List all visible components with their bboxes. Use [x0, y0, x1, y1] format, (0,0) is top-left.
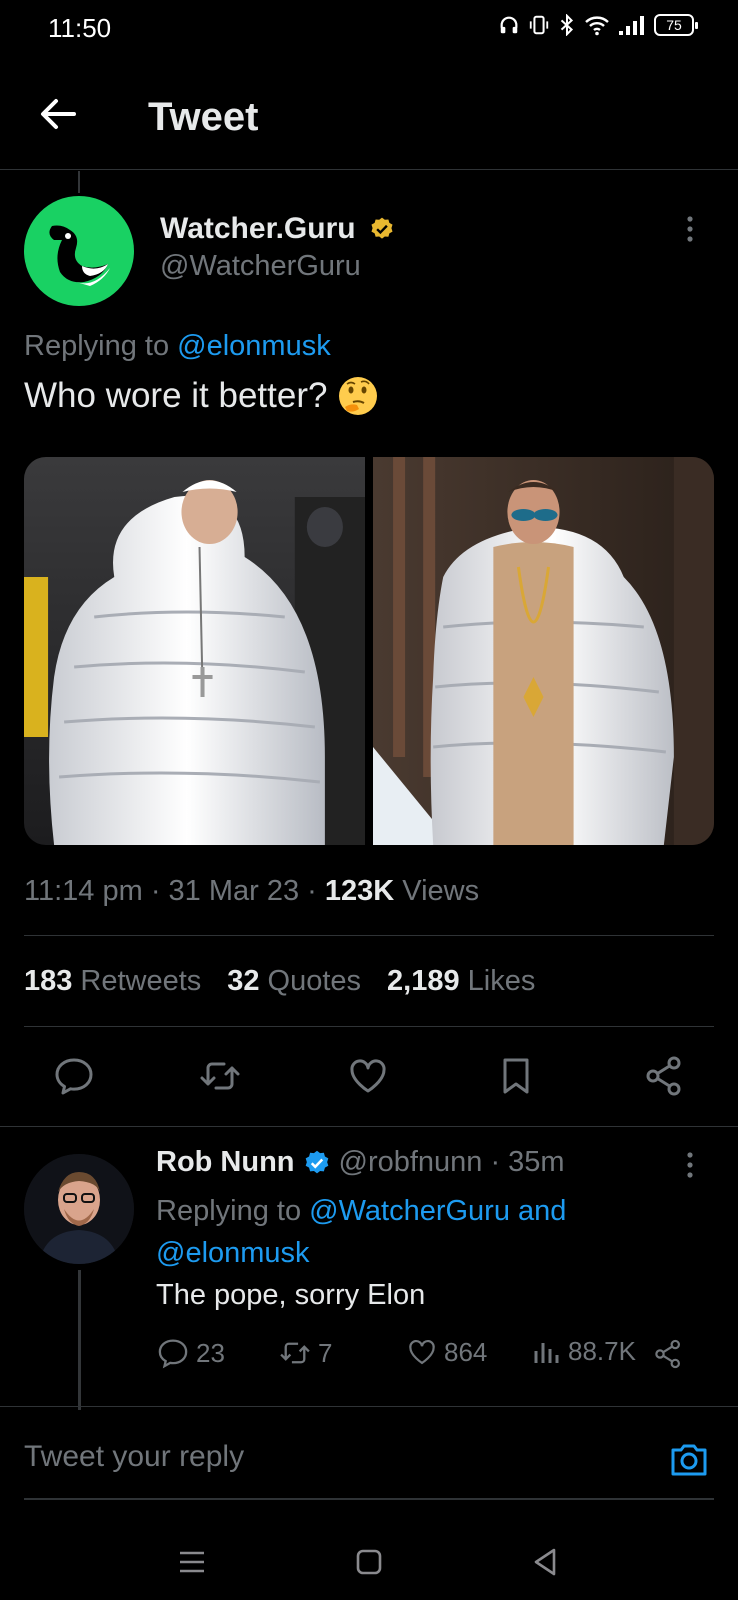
retweet-icon: [280, 1342, 310, 1364]
more-options-icon[interactable]: [682, 1150, 698, 1180]
reply-retweets-count: 7: [318, 1337, 333, 1368]
reply-retweets-button[interactable]: 7: [278, 1336, 332, 1370]
home-icon[interactable]: [349, 1542, 389, 1582]
signal-icon: [619, 16, 644, 35]
tweet-actions: [0, 1050, 738, 1106]
views-label: Views: [402, 875, 480, 907]
headphones-icon: [500, 16, 518, 34]
more-options-icon[interactable]: [682, 214, 698, 244]
verified-badge-icon: [305, 1150, 328, 1173]
reply-icon: [158, 1339, 188, 1369]
mention-link[interactable]: @elonmusk: [177, 330, 331, 362]
wifi-icon: [585, 16, 609, 36]
reply-replies-button[interactable]: 23: [156, 1336, 225, 1370]
avatar-watcherguru[interactable]: [24, 196, 134, 306]
thread-connector: [78, 171, 80, 193]
back-triangle-icon[interactable]: [526, 1542, 566, 1582]
divider: [24, 1026, 714, 1027]
tweet-time: 11:14 pm: [24, 875, 143, 907]
separator-dot: ·: [490, 1146, 501, 1178]
divider: [0, 1406, 738, 1407]
author-name[interactable]: Watcher.Guru: [160, 212, 356, 246]
divider: [24, 935, 714, 936]
reply-views-button[interactable]: 88.7K: [532, 1336, 636, 1367]
reply-replying-to: Replying to @WatcherGuru and @elonmusk: [156, 1190, 696, 1274]
bluetooth-icon: [560, 14, 574, 36]
reply-likes-button[interactable]: 864: [406, 1336, 487, 1368]
camera-icon[interactable]: [668, 1438, 710, 1480]
tweet-meta: 11:14 pm · 31 Mar 23 · 123K Views: [24, 875, 480, 907]
reply-views-count: 88.7K: [568, 1336, 636, 1366]
status-bar: 11:50 75: [0, 0, 738, 58]
divider: [0, 1126, 738, 1127]
status-time: 11:50: [48, 13, 112, 43]
reply-author-name[interactable]: Rob Nunn: [156, 1146, 295, 1179]
vibrate-icon: [529, 15, 549, 35]
reply-age: 35m: [508, 1146, 565, 1178]
tweet-body: Who wore it better?: [24, 376, 328, 415]
whale-logo-icon: [49, 225, 110, 286]
back-arrow-icon[interactable]: [36, 92, 80, 136]
retweets-stat[interactable]: 183 Retweets: [24, 965, 201, 998]
battery-icon: 75: [654, 14, 698, 36]
share-icon[interactable]: [642, 1054, 686, 1098]
page-title: Tweet: [148, 95, 259, 139]
mention-link[interactable]: @WatcherGuru and: [309, 1195, 566, 1227]
thinking-face-icon: [339, 377, 378, 415]
tweet-media[interactable]: [24, 457, 714, 845]
likes-stat[interactable]: 2,189 Likes: [387, 965, 535, 998]
mention-link[interactable]: @elonmusk: [156, 1237, 310, 1269]
reply-author-handle[interactable]: @robfnunn: [339, 1146, 483, 1179]
reply-actions: 23 7 864 88.7K: [156, 1336, 716, 1376]
reply-composer-input[interactable]: Tweet your reply: [24, 1440, 244, 1474]
composer-underline: [24, 1498, 714, 1500]
menu-icon[interactable]: [172, 1542, 212, 1582]
media-image-left[interactable]: [24, 457, 365, 845]
share-icon[interactable]: [652, 1338, 684, 1370]
avatar-robfnunn[interactable]: [24, 1154, 134, 1264]
quotes-stat[interactable]: 32 Quotes: [227, 965, 361, 998]
verified-badge-icon: [371, 217, 393, 239]
tweet-text: Who wore it better?: [24, 375, 379, 417]
analytics-icon: [534, 1342, 559, 1363]
reply-likes-count: 864: [444, 1336, 488, 1367]
media-image-right[interactable]: [373, 457, 714, 845]
like-icon: [409, 1340, 435, 1365]
top-app-bar: Tweet: [0, 78, 738, 170]
like-icon[interactable]: [346, 1054, 390, 1098]
reply-text: The pope, sorry Elon: [156, 1279, 426, 1311]
status-icons: 75: [498, 14, 698, 36]
retweet-icon[interactable]: [198, 1054, 242, 1098]
views-count: 123K: [324, 875, 395, 907]
thread-connector: [78, 1270, 81, 1410]
tweet-stats: 183 Retweets 32 Quotes 2,189 Likes: [24, 965, 535, 998]
replying-to: Replying to @elonmusk: [24, 330, 331, 363]
author-handle[interactable]: @WatcherGuru: [160, 250, 361, 283]
replying-prefix: Replying to: [24, 330, 170, 362]
bookmark-icon[interactable]: [494, 1054, 538, 1098]
replying-prefix: Replying to: [156, 1195, 302, 1227]
tweet-date: 31 Mar 23: [168, 875, 300, 907]
reply-header: Rob Nunn @robfnunn · 35m: [156, 1146, 565, 1179]
reply-icon[interactable]: [52, 1054, 96, 1098]
system-nav-bar: [0, 1530, 738, 1600]
reply-replies-count: 23: [196, 1337, 225, 1368]
